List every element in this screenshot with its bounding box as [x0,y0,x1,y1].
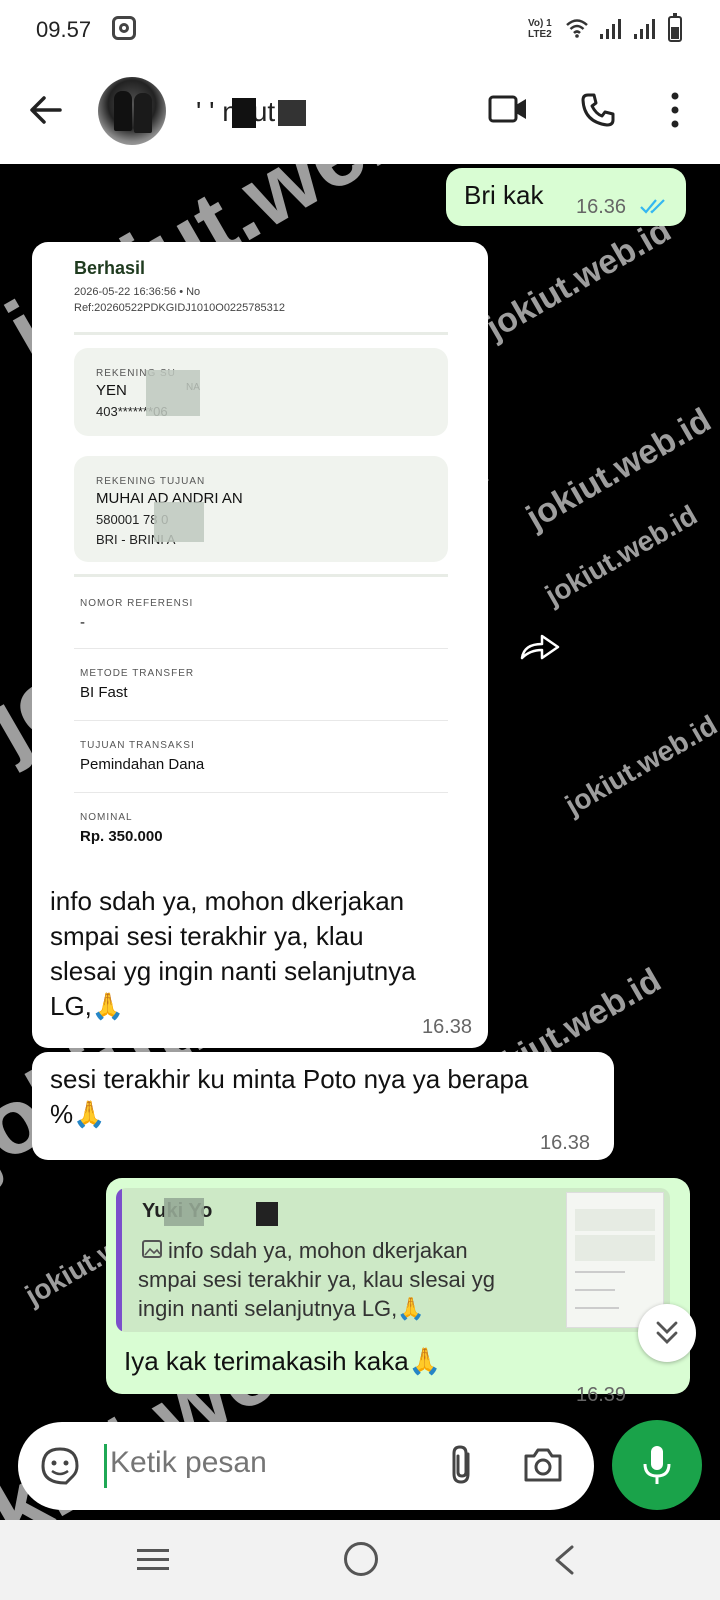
thumbnail-line [575,1289,615,1291]
name-redaction [232,98,256,128]
transaction-purpose-value: Pemindahan Dana [80,756,205,773]
battery-icon [668,13,682,42]
source-account-box: REKENING SU YEN NA 403*******06 [74,348,448,436]
receipt-image[interactable]: Berhasil 2026-05-22 16:36:56 • No Ref:20… [42,248,486,878]
phone-call-icon[interactable] [580,92,616,128]
reference-number-value: - [80,614,85,631]
thumbnail-line [575,1271,625,1273]
source-account-name: YEN [96,382,127,399]
message-text-line: smpai sesi terakhir ya, klau [50,921,364,951]
forward-icon[interactable] [518,632,562,662]
video-call-icon[interactable] [488,94,528,124]
network-label-top: Vo) 1 [528,18,552,29]
destination-account-label: REKENING TUJUAN [96,476,206,487]
status-time: 09.57 [36,17,92,42]
nav-back-icon[interactable] [552,1544,576,1576]
row-separator [74,720,448,721]
settings-notification-icon [112,16,136,40]
message-time: 16.38 [422,1016,473,1038]
amount-label: NOMINAL [80,812,133,823]
read-ticks-icon [640,199,665,214]
message-composer [18,1422,594,1510]
quote-accent-bar [116,1188,122,1332]
home-icon[interactable] [344,1542,378,1576]
row-separator [74,648,448,649]
message-time: 16.36 [576,196,627,218]
row-separator [74,792,448,793]
receipt-datetime: 2026-05-22 16:36:56 • No [74,286,201,298]
receipt-divider [74,574,448,577]
microphone-icon [643,1446,671,1484]
message-incoming-image[interactable]: Berhasil 2026-05-22 16:36:56 • No Ref:20… [32,242,488,1048]
message-text: Bri kak [464,180,544,210]
amount-value: Rp. 350.000 [80,828,163,845]
back-arrow-icon[interactable] [28,92,64,128]
voice-record-button[interactable] [612,1420,702,1510]
attachment-paperclip-icon[interactable] [446,1444,480,1486]
quote-text-line: ingin nanti selanjutnya LG,🙏 [138,1296,425,1321]
recent-apps-icon[interactable] [136,1546,170,1574]
sticker-emoji-icon[interactable] [40,1446,80,1486]
message-outgoing-reply[interactable]: Yuki Yo info sdah ya, mohon dkerjakan sm… [106,1178,690,1406]
text-cursor [104,1444,107,1488]
quoted-message[interactable]: Yuki Yo info sdah ya, mohon dkerjakan sm… [116,1188,670,1332]
redaction-block [256,1202,278,1226]
image-icon [142,1240,162,1258]
message-text-line: slesai yg ingin nanti selanjutnya [50,956,416,986]
transaction-purpose-label: TUJUAN TRANSAKSI [80,740,195,751]
wifi-icon [566,19,588,38]
transfer-method-value: BI Fast [80,684,128,701]
message-text-line: %🙏 [50,1099,106,1129]
status-bar: 09.57 Vo) 1 LTE2 [0,0,720,60]
double-chevron-down-icon [656,1321,678,1344]
watermark: jokiut.web.id [560,709,720,821]
quoted-image-thumbnail [566,1192,664,1328]
thumbnail-box [575,1235,655,1261]
message-time: 16.39 [576,1384,627,1406]
quote-text-line: info sdah ya, mohon dkerjakan [168,1238,468,1263]
message-text-line: info sdah ya, mohon dkerjakan [50,886,405,916]
message-outgoing[interactable]: Bri kak 16.36 [446,168,686,226]
signal-2-icon [634,19,655,39]
camera-icon[interactable] [522,1446,564,1484]
message-time: 16.38 [540,1132,591,1154]
network-label-bottom: LTE2 [528,29,552,40]
signal-1-icon [600,19,621,39]
watermark: jokiut.web.id [480,211,678,347]
message-text-line: sesi terakhir ku minta Poto nya ya berap… [50,1064,529,1094]
chat-header: ' ' ni ut [0,60,720,164]
name-redaction [278,100,306,126]
transfer-method-label: METODE TRANSFER [80,668,195,679]
receipt-divider [74,332,448,335]
message-text-line: LG,🙏 [50,991,125,1021]
contact-avatar[interactable] [98,77,166,145]
more-options-icon[interactable] [670,92,680,128]
redaction-blur [154,502,204,542]
thumbnail-line [575,1307,619,1309]
thumbnail-box [575,1209,655,1231]
quote-text-line: smpai sesi terakhir ya, klau slesai yg [138,1267,496,1292]
message-input[interactable] [110,1446,430,1480]
receipt-title: Berhasil [74,258,146,278]
redaction-blur [146,370,200,416]
redaction-blur [164,1198,204,1226]
message-incoming[interactable]: sesi terakhir ku minta Poto nya ya berap… [32,1052,614,1160]
system-navigation-bar [0,1520,720,1600]
reference-number-label: NOMOR REFERENSI [80,598,194,609]
network-type-label: Vo) 1 LTE2 [528,18,552,40]
chat-area[interactable]: jokiut.web.id jokiut.web.id jokiut.web.i… [0,164,720,1520]
receipt-ref: Ref:20260522PDKGIDJ1010O0225785312 [74,302,285,314]
destination-account-box: REKENING TUJUAN MUHAI AD ANDRI AN 580001… [74,456,448,562]
scroll-to-bottom-button[interactable] [638,1304,696,1362]
message-text: Iya kak terimakasih kaka🙏 [124,1346,442,1376]
